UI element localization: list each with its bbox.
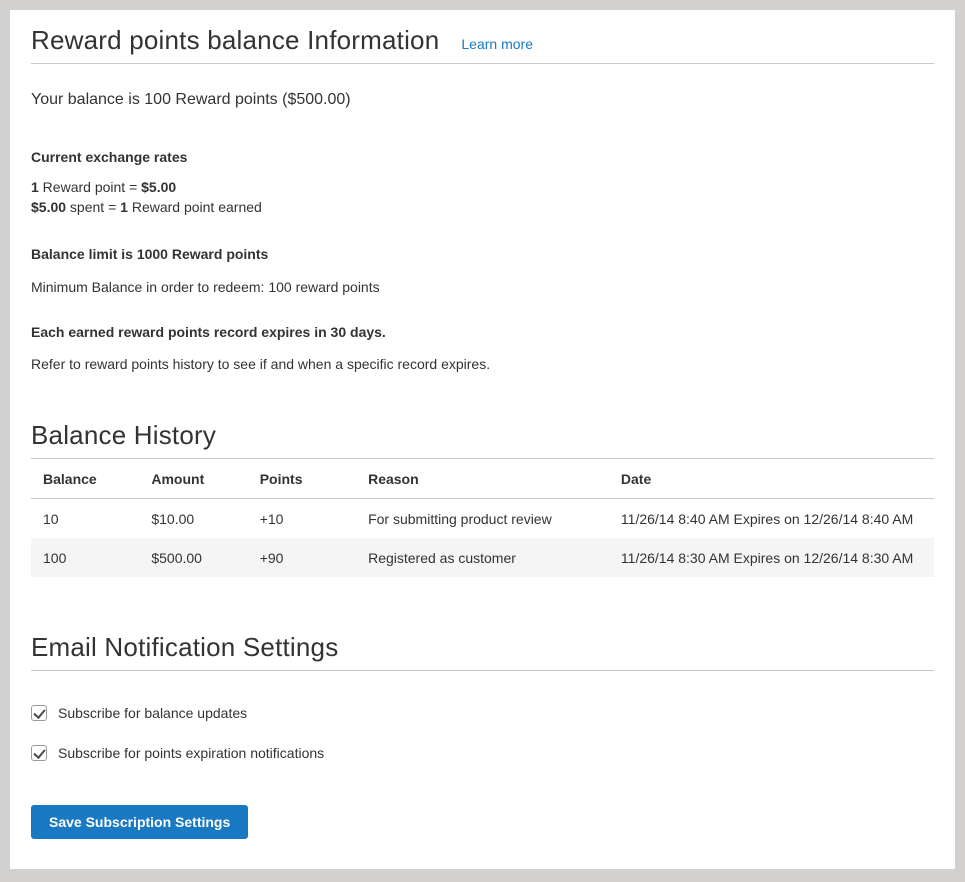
- page-title: Reward points balance Information: [31, 24, 439, 56]
- rate2-text: spent =: [66, 199, 120, 215]
- cell-balance: 100: [31, 538, 139, 577]
- column-header-reason: Reason: [356, 459, 609, 499]
- cell-amount: $500.00: [139, 538, 247, 577]
- exchange-rates-heading: Current exchange rates: [31, 148, 934, 166]
- cell-date: 11/26/14 8:30 AM Expires on 12/26/14 8:3…: [609, 538, 934, 577]
- expiration-note: Refer to reward points history to see if…: [31, 355, 934, 373]
- reward-points-card: Reward points balance Information Learn …: [10, 10, 955, 869]
- exchange-rates: 1 Reward point = $5.00 $5.00 spent = 1 R…: [31, 178, 934, 217]
- cell-reason: For submitting product review: [356, 499, 609, 539]
- column-header-balance: Balance: [31, 459, 139, 499]
- cell-points: +90: [248, 538, 356, 577]
- rate1-text: Reward point =: [39, 179, 141, 195]
- table-row: 10 $10.00 +10 For submitting product rev…: [31, 499, 934, 539]
- balance-history-header: Balance History: [31, 419, 934, 459]
- rate1-points: 1: [31, 179, 39, 195]
- balance-history-table: Balance Amount Points Reason Date 10 $10…: [31, 459, 934, 577]
- column-header-date: Date: [609, 459, 934, 499]
- rate1-value: $5.00: [141, 179, 176, 195]
- balance-summary: Your balance is 100 Reward points ($500.…: [31, 90, 934, 110]
- column-header-amount: Amount: [139, 459, 247, 499]
- balance-limit-heading: Balance limit is 1000 Reward points: [31, 245, 934, 263]
- cell-balance: 10: [31, 499, 139, 539]
- exchange-rate-line-2: $5.00 spent = 1 Reward point earned: [31, 198, 934, 218]
- table-header-row: Balance Amount Points Reason Date: [31, 459, 934, 499]
- cell-reason: Registered as customer: [356, 538, 609, 577]
- learn-more-link[interactable]: Learn more: [461, 36, 533, 52]
- subscribe-expiration-checkbox[interactable]: [31, 745, 47, 761]
- minimum-balance-note: Minimum Balance in order to redeem: 100 …: [31, 278, 934, 296]
- subscribe-balance-row: Subscribe for balance updates: [31, 705, 934, 721]
- table-row: 100 $500.00 +90 Registered as customer 1…: [31, 538, 934, 577]
- page-header: Reward points balance Information Learn …: [31, 24, 934, 64]
- subscribe-balance-checkbox[interactable]: [31, 705, 47, 721]
- cell-date: 11/26/14 8:40 AM Expires on 12/26/14 8:4…: [609, 499, 934, 539]
- rate2-text-end: Reward point earned: [128, 199, 262, 215]
- rate2-points: 1: [120, 199, 128, 215]
- subscribe-expiration-row: Subscribe for points expiration notifica…: [31, 745, 934, 761]
- cell-points: +10: [248, 499, 356, 539]
- column-header-points: Points: [248, 459, 356, 499]
- balance-history-title: Balance History: [31, 419, 216, 451]
- rate2-value: $5.00: [31, 199, 66, 215]
- email-settings-header: Email Notification Settings: [31, 631, 934, 671]
- cell-amount: $10.00: [139, 499, 247, 539]
- expiration-heading: Each earned reward points record expires…: [31, 323, 934, 341]
- email-settings-title: Email Notification Settings: [31, 631, 338, 663]
- save-subscription-settings-button[interactable]: Save Subscription Settings: [31, 805, 248, 839]
- subscribe-balance-label: Subscribe for balance updates: [58, 705, 247, 721]
- subscribe-expiration-label: Subscribe for points expiration notifica…: [58, 745, 324, 761]
- exchange-rate-line-1: 1 Reward point = $5.00: [31, 178, 934, 198]
